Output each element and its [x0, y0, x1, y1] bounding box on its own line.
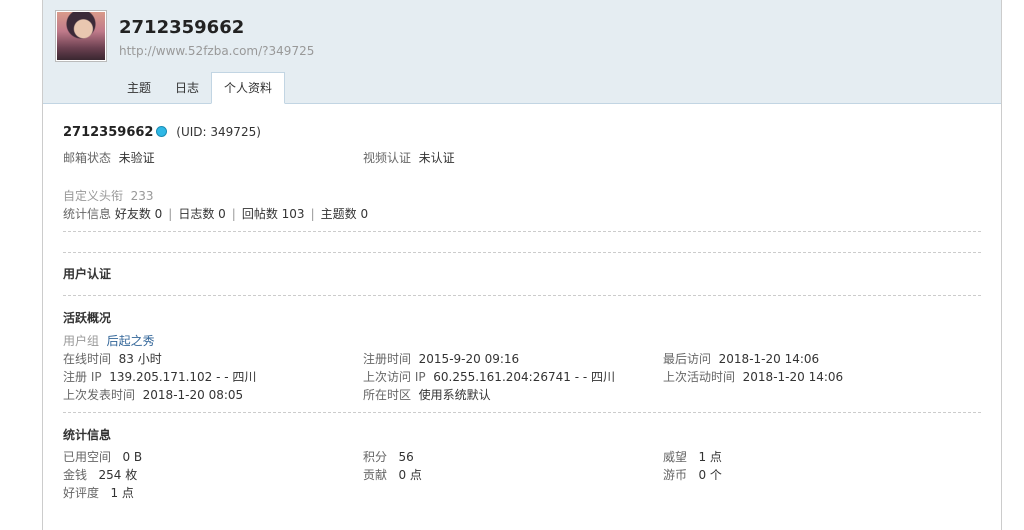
tab-threads[interactable]: 主题	[115, 72, 163, 104]
threads-count-link[interactable]: 主题数 0	[321, 207, 368, 221]
reg-ip-value: 139.205.171.102 - - 四川	[109, 370, 257, 384]
contribution-label: 贡献	[363, 468, 388, 482]
last-post-value: 2018-1-20 08:05	[142, 388, 244, 402]
separator: |	[168, 207, 173, 221]
coins-label: 游币	[663, 468, 688, 482]
money-label: 金钱	[63, 468, 88, 482]
video-status-label: 视频认证	[363, 151, 412, 165]
prestige: 威望 1 点	[663, 448, 722, 465]
points: 积分 56	[363, 448, 414, 465]
last-ip-value: 60.255.161.204:26741 - - 四川	[433, 370, 615, 384]
timezone-value: 使用系统默认	[418, 388, 491, 402]
reg-time-value: 2015-9-20 09:16	[418, 352, 520, 366]
points-label: 积分	[363, 450, 388, 464]
email-status-value: 未验证	[118, 151, 155, 165]
custom-title-value: 233	[130, 189, 154, 203]
prestige-value: 1 点	[698, 450, 722, 464]
divider	[63, 252, 981, 253]
last-visit-value: 2018-1-20 14:06	[718, 352, 820, 366]
rating-label: 好评度	[63, 486, 100, 500]
money: 金钱 254 枚	[63, 466, 137, 483]
reg-ip: 注册 IP 139.205.171.102 - - 四川	[63, 368, 256, 385]
points-value: 56	[398, 450, 414, 464]
profile-header: 2712359662 http://www.52fzba.com/?349725…	[43, 0, 1001, 104]
last-visit-label: 最后访问	[663, 352, 712, 366]
header-username[interactable]: 2712359662	[119, 17, 244, 38]
last-post-label: 上次发表时间	[63, 388, 136, 402]
space-url[interactable]: http://www.52fzba.com/?349725	[119, 44, 314, 58]
replies-count-link[interactable]: 回帖数 103	[242, 207, 305, 221]
used-space-label: 已用空间	[63, 450, 112, 464]
reg-time-label: 注册时间	[363, 352, 412, 366]
email-status-label: 邮箱状态	[63, 151, 112, 165]
video-status-value: 未认证	[418, 151, 455, 165]
separator: |	[310, 207, 315, 221]
reg-ip-label: 注册 IP	[63, 370, 102, 384]
used-space: 已用空间 0 B	[63, 448, 142, 465]
divider	[63, 231, 981, 232]
money-value: 254 枚	[98, 468, 138, 482]
profile-name: 2712359662	[63, 125, 154, 140]
activity-title: 活跃概况	[63, 311, 112, 325]
online-time: 在线时间 83 小时	[63, 350, 162, 367]
coins: 游币 0 个	[663, 466, 722, 483]
last-post: 上次发表时间 2018-1-20 08:05	[63, 386, 243, 403]
tab-profile[interactable]: 个人资料	[211, 72, 286, 104]
contribution-value: 0 点	[398, 468, 422, 482]
user-group-label: 用户组	[63, 334, 100, 348]
timezone: 所在时区 使用系统默认	[363, 386, 491, 403]
online-time-value: 83 小时	[118, 352, 162, 366]
email-status: 邮箱状态 未验证	[63, 149, 155, 166]
reg-time: 注册时间 2015-9-20 09:16	[363, 350, 519, 367]
friends-count-link[interactable]: 好友数 0	[115, 207, 162, 221]
profile-page: 2712359662 http://www.52fzba.com/?349725…	[42, 0, 1002, 530]
user-group: 用户组 后起之秀	[63, 332, 155, 349]
last-active: 上次活动时间 2018-1-20 14:06	[663, 368, 843, 385]
custom-title: 自定义头衔 233	[63, 187, 154, 204]
divider	[63, 412, 981, 413]
last-active-label: 上次活动时间	[663, 370, 736, 384]
profile-uid: (UID: 349725)	[176, 125, 261, 139]
last-visit: 最后访问 2018-1-20 14:06	[663, 350, 819, 367]
user-group-link[interactable]: 后起之秀	[107, 334, 155, 348]
divider	[63, 295, 981, 296]
stats-row: 统计信息 好友数 0 | 日志数 0 | 回帖数 103 | 主题数 0	[63, 205, 368, 222]
last-ip: 上次访问 IP 60.255.161.204:26741 - - 四川	[363, 368, 615, 385]
rating: 好评度 1 点	[63, 484, 134, 501]
used-space-value: 0 B	[122, 450, 143, 464]
profile-name-row: 2712359662 (UID: 349725)	[63, 125, 261, 140]
video-status: 视频认证 未认证	[363, 149, 455, 166]
timezone-label: 所在时区	[363, 388, 412, 402]
user-verify-title: 用户认证	[63, 267, 112, 281]
online-time-label: 在线时间	[63, 352, 112, 366]
coins-value: 0 个	[698, 468, 722, 482]
online-status-icon	[156, 126, 168, 137]
last-active-value: 2018-1-20 14:06	[742, 370, 844, 384]
custom-title-label: 自定义头衔	[63, 189, 124, 203]
statistics-title: 统计信息	[63, 428, 112, 442]
separator: |	[231, 207, 236, 221]
last-ip-label: 上次访问 IP	[363, 370, 426, 384]
stats-label: 统计信息	[63, 207, 112, 221]
prestige-label: 威望	[663, 450, 688, 464]
avatar[interactable]	[55, 10, 107, 62]
rating-value: 1 点	[110, 486, 134, 500]
contribution: 贡献 0 点	[363, 466, 422, 483]
tab-blog[interactable]: 日志	[163, 72, 211, 104]
avatar-image	[57, 12, 105, 60]
profile-tabs: 主题 日志 个人资料	[115, 72, 286, 104]
blogs-count-link[interactable]: 日志数 0	[178, 207, 225, 221]
